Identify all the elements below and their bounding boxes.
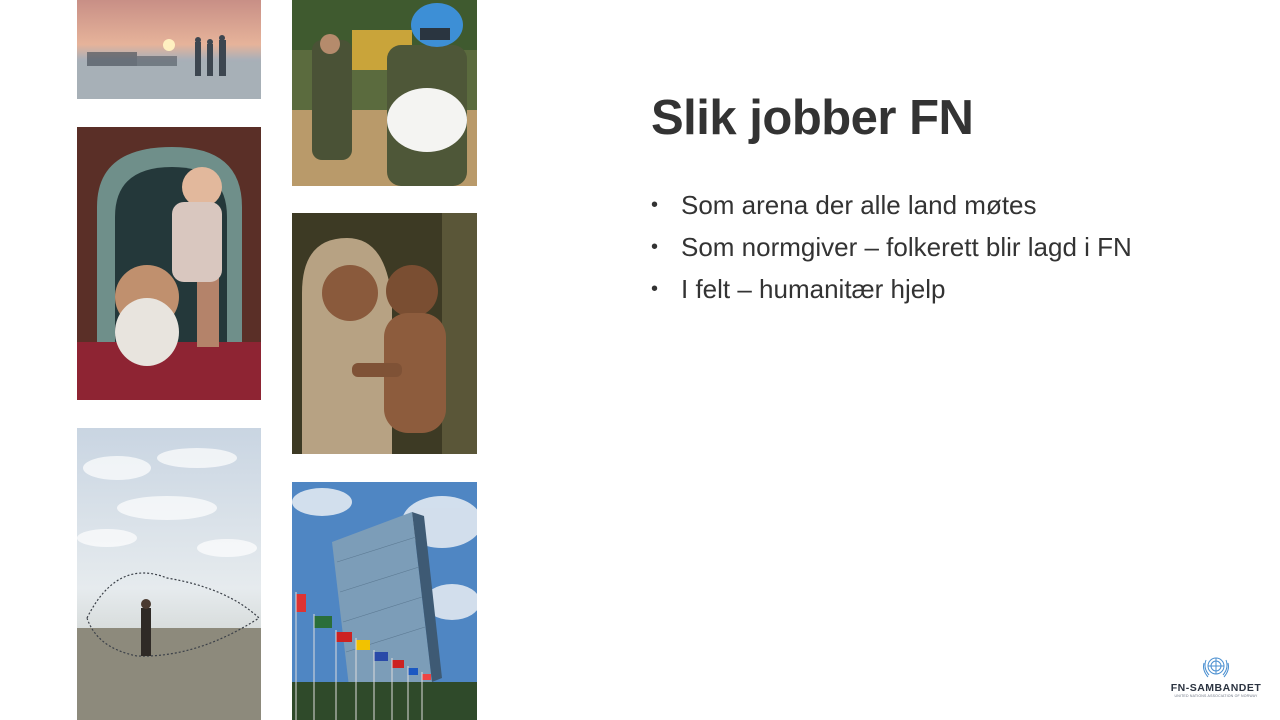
bullet-item: • I felt – humanitær hjelp bbox=[651, 268, 1132, 310]
fn-sambandet-logo: FN-SAMBANDET UNITED NATIONS ASSOCIATION … bbox=[1168, 654, 1264, 704]
slide-title: Slik jobber FN bbox=[651, 91, 974, 145]
bullet-text: I felt – humanitær hjelp bbox=[681, 274, 946, 304]
photo-refugees-sunset bbox=[77, 0, 261, 99]
photo-girl-holding-child bbox=[292, 213, 477, 454]
bullet-icon: • bbox=[651, 278, 659, 300]
bullet-icon: • bbox=[651, 194, 659, 216]
photo-old-man-lifting-baby bbox=[77, 127, 261, 400]
photo-peacekeeper-with-baby bbox=[292, 0, 477, 186]
bullet-item: • Som normgiver – folkerett blir lagd i … bbox=[651, 226, 1132, 268]
bullet-list: • Som arena der alle land møtes • Som no… bbox=[651, 184, 1132, 310]
un-emblem-icon bbox=[1203, 657, 1229, 678]
bullet-text: Som arena der alle land møtes bbox=[681, 190, 1037, 220]
bullet-icon: • bbox=[651, 236, 659, 258]
bullet-item: • Som arena der alle land møtes bbox=[651, 184, 1132, 226]
logo-name: FN-SAMBANDET bbox=[1170, 682, 1262, 694]
photo-fisherman-casting-net bbox=[77, 428, 261, 720]
logo-subtitle: UNITED NATIONS ASSOCIATION OF NORWAY bbox=[1174, 694, 1258, 698]
photo-un-headquarters-flags bbox=[292, 482, 477, 720]
bullet-text: Som normgiver – folkerett blir lagd i FN bbox=[681, 232, 1132, 262]
